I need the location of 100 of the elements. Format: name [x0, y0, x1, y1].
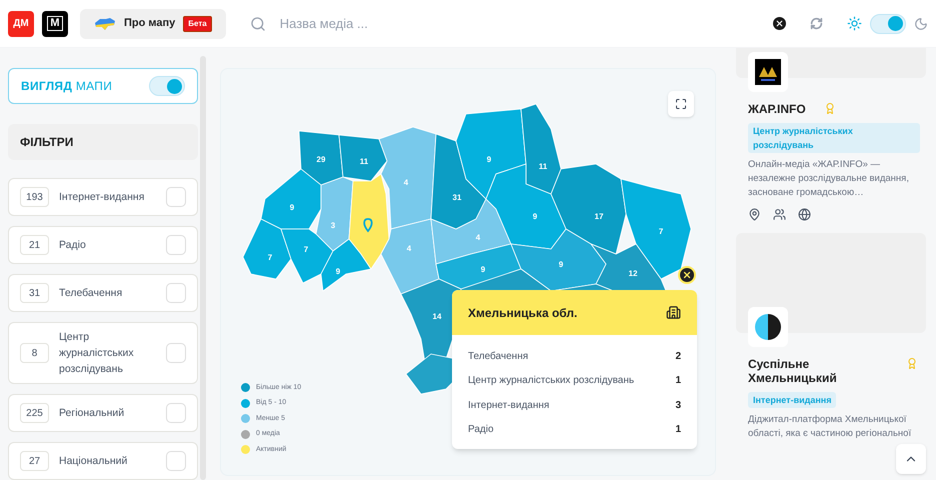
region-count: 7: [658, 227, 664, 236]
logo-icon: [754, 313, 782, 341]
region-count: 7: [304, 245, 308, 254]
filter-count: 21: [20, 235, 49, 255]
filter-count: 225: [20, 403, 49, 423]
category-tag: Центр журналістських розслідувань: [748, 123, 920, 153]
map-region[interactable]: [380, 218, 440, 294]
region-count: 3: [330, 221, 336, 230]
popup-row-label: Телебачення: [468, 350, 528, 364]
map-region[interactable]: [486, 163, 566, 250]
region-count: 9: [558, 260, 564, 269]
filter-count: 31: [20, 283, 49, 303]
filter-checkbox[interactable]: [166, 187, 186, 207]
filter-label: Телебачення: [59, 286, 124, 301]
region-count: 17: [594, 212, 604, 221]
region-count: 9: [480, 265, 486, 274]
beta-badge: Бета: [183, 16, 212, 32]
filter-count: 8: [20, 343, 49, 363]
filter-label: Регіональний: [59, 406, 126, 421]
category-tag: Інтернет-видання: [748, 392, 836, 408]
x-icon: [682, 270, 692, 280]
fullscreen-button[interactable]: [668, 91, 694, 117]
badge-icon: [824, 102, 836, 115]
refresh-icon[interactable]: [810, 17, 823, 30]
logo[interactable]: ДМ: [8, 10, 34, 36]
theme-toggle[interactable]: [870, 14, 906, 34]
map-region[interactable]: [430, 133, 486, 230]
location-icon[interactable]: [748, 208, 761, 221]
ukraine-map-icon: [94, 16, 116, 30]
logo-icon: [755, 59, 781, 85]
region-count: 31: [452, 193, 462, 202]
region-count: 12: [628, 269, 638, 278]
filter-label: Радіо: [59, 238, 87, 253]
search-icon: [250, 16, 266, 32]
region-count: 9: [290, 203, 294, 212]
about-map-button[interactable]: Про мапу Бета: [80, 8, 226, 38]
map-region[interactable]: [550, 164, 626, 255]
region-count: 29: [316, 155, 326, 164]
filter-count: 193: [20, 187, 49, 207]
clear-icon[interactable]: [773, 17, 786, 30]
map-region[interactable]: [260, 168, 322, 230]
map-region[interactable]: [520, 104, 562, 195]
map-region[interactable]: [242, 218, 292, 280]
map-view-label: ВИГЛЯД МАПИ: [21, 78, 112, 96]
popup-row-value: 2: [675, 350, 681, 364]
map-region[interactable]: [378, 126, 436, 230]
fullscreen-icon: [675, 98, 687, 110]
map-region[interactable]: [510, 228, 606, 292]
popup-row-value: 1: [675, 423, 681, 438]
filter-checkbox[interactable]: [166, 235, 186, 255]
moon-icon[interactable]: [914, 16, 928, 30]
region-count: 4: [476, 233, 480, 242]
map-region[interactable]: [280, 228, 334, 284]
filter-count: 27: [20, 451, 49, 471]
filter-item[interactable]: 193 Інтернет-видання: [8, 178, 198, 216]
filter-item[interactable]: 21 Радіо: [8, 226, 198, 264]
popup-row-value: 1: [675, 374, 681, 388]
map-region[interactable]: [320, 238, 372, 292]
map-region[interactable]: [298, 130, 344, 186]
media-description: Онлайн-медіа «ЖАР.INFO» — незалежне розслідувальне видання, засноване громадською…: [748, 158, 910, 200]
region-count: 4: [406, 244, 412, 253]
popup-row-label: Інтернет-видання: [468, 398, 550, 413]
map-region[interactable]: [338, 134, 388, 182]
media-name[interactable]: ЖАР.INFO: [748, 102, 858, 116]
region-count: 9: [532, 212, 538, 221]
filter-label: Інтернет-видання: [59, 190, 146, 205]
badge-icon: [906, 357, 918, 370]
filter-checkbox[interactable]: [166, 343, 186, 363]
map-region[interactable]: [316, 176, 354, 252]
region-count: 11: [360, 157, 368, 166]
filter-checkbox[interactable]: [166, 451, 186, 471]
filter-label: Центр журналістських розслідувань: [59, 330, 135, 377]
filter-item[interactable]: 27 Національний: [8, 442, 198, 480]
globe-icon[interactable]: [798, 208, 811, 221]
popup-row-label: Центр журналістських розслідувань: [468, 374, 634, 388]
media-name[interactable]: Суспільне Хмельницький: [748, 357, 858, 385]
building-icon: [666, 305, 681, 320]
region-count: 4: [404, 178, 408, 187]
close-icon[interactable]: [678, 266, 696, 284]
filter-checkbox[interactable]: [166, 403, 186, 423]
region-count: 11: [538, 162, 548, 171]
map-region[interactable]: [348, 173, 390, 270]
filter-item[interactable]: 8 Центр журналістських розслідувань: [8, 322, 198, 384]
logo[interactable]: М: [42, 10, 68, 36]
filter-item[interactable]: 31 Телебачення: [8, 274, 198, 312]
filters-title: ФІЛЬТРИ: [20, 134, 74, 152]
filter-checkbox[interactable]: [166, 283, 186, 303]
popup-title: Хмельницька обл.: [468, 304, 578, 322]
map-view-toggle[interactable]: [149, 76, 185, 96]
people-icon[interactable]: [773, 208, 786, 221]
popup-row-value: 3: [675, 398, 681, 413]
media-description: Діджитал-платформа Хмельницької області, яка є частиною регіональної: [748, 413, 912, 441]
region-count: 14: [432, 312, 442, 321]
region-count: 9: [486, 155, 492, 164]
popup-row-label: Радіо: [468, 423, 494, 438]
region-count: 9: [336, 267, 340, 276]
filter-item[interactable]: 225 Регіональний: [8, 394, 198, 432]
region-count: 7: [268, 253, 272, 262]
search-field[interactable]: Назва медіа ...: [280, 14, 580, 34]
sun-icon[interactable]: [847, 16, 862, 31]
